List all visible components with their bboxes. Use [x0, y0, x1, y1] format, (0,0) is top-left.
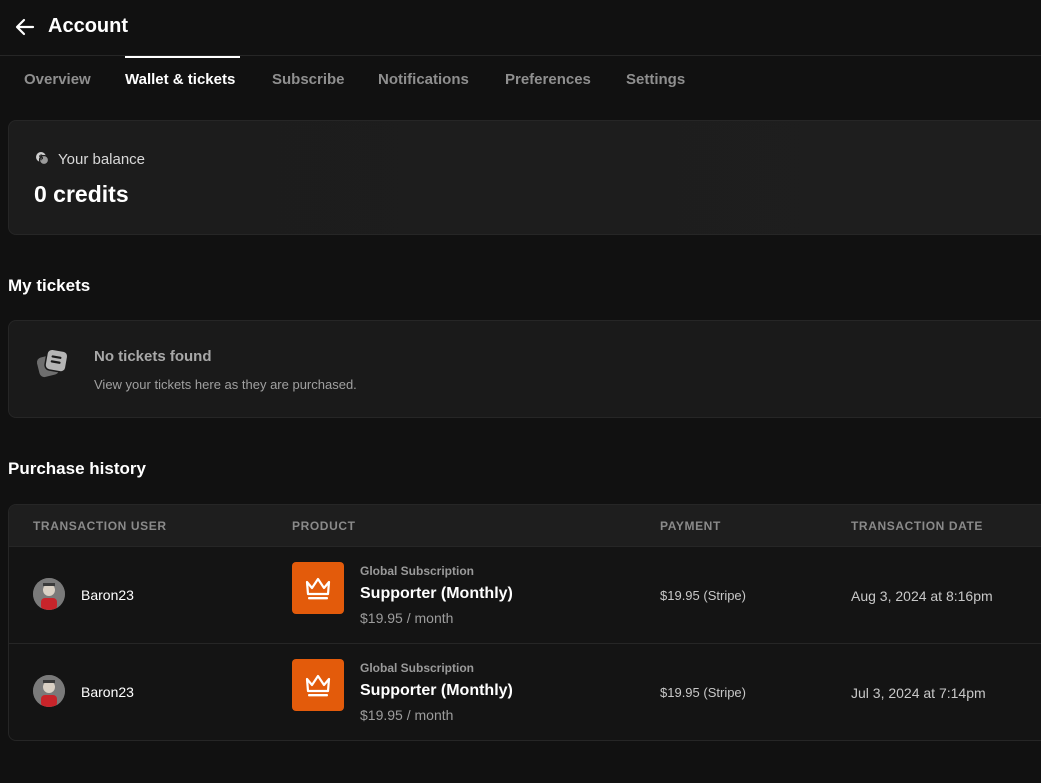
- product-name: Supporter (Monthly): [360, 585, 513, 602]
- tab-overview[interactable]: Overview: [24, 56, 91, 104]
- svg-text:$: $: [39, 154, 44, 162]
- product-name: Supporter (Monthly): [360, 682, 513, 699]
- column-header-user: TRANSACTION USER: [33, 519, 167, 533]
- product-category: Global Subscription: [360, 564, 475, 578]
- column-header-product: PRODUCT: [292, 519, 356, 533]
- product-category: Global Subscription: [360, 661, 475, 675]
- column-header-payment: PAYMENT: [660, 519, 721, 533]
- tab-subscribe[interactable]: Subscribe: [272, 56, 345, 104]
- tickets-empty-card: No tickets found View your tickets here …: [8, 320, 1041, 418]
- back-button[interactable]: [14, 16, 36, 38]
- crown-icon: [305, 577, 331, 600]
- page-title: Account: [48, 15, 128, 37]
- tab-settings[interactable]: Settings: [626, 56, 685, 104]
- transaction-user: Baron23: [81, 587, 134, 603]
- purchase-history-title: Purchase history: [8, 459, 146, 478]
- avatar: [33, 675, 65, 707]
- arrow-left-icon: [15, 18, 35, 36]
- product-price: $19.95 / month: [360, 707, 454, 723]
- product-thumbnail: [292, 562, 344, 614]
- column-header-date: TRANSACTION DATE: [851, 519, 984, 533]
- tab-preferences[interactable]: Preferences: [505, 56, 591, 104]
- crown-icon: [305, 674, 331, 697]
- table-row: Baron23 Global Subscription Supporter (M…: [9, 643, 1041, 740]
- product-thumbnail: [292, 659, 344, 711]
- product-price: $19.95 / month: [360, 610, 454, 626]
- table-row: Baron23 Global Subscription Supporter (M…: [9, 546, 1041, 643]
- balance-card: $ Your balance 0 credits: [8, 120, 1041, 235]
- tab-notifications[interactable]: Notifications: [378, 56, 469, 104]
- transaction-user: Baron23: [81, 684, 134, 700]
- avatar: [33, 578, 65, 610]
- tickets-empty-title: No tickets found: [94, 348, 212, 365]
- account-tabs: Overview Wallet & tickets Subscribe Noti…: [0, 56, 1041, 104]
- tickets-section-title: My tickets: [8, 276, 91, 295]
- transaction-date: Aug 3, 2024 at 8:16pm: [851, 588, 993, 604]
- payment-value: $19.95 (Stripe): [660, 685, 746, 700]
- page-header: Account: [0, 0, 1041, 56]
- tab-wallet-tickets[interactable]: Wallet & tickets: [125, 56, 235, 104]
- payment-value: $19.95 (Stripe): [660, 588, 746, 603]
- table-header: TRANSACTION USER PRODUCT PAYMENT TRANSAC…: [9, 505, 1041, 547]
- ticket-icon: [36, 348, 69, 378]
- balance-value: 0 credits: [34, 181, 129, 207]
- purchase-history-table: TRANSACTION USER PRODUCT PAYMENT TRANSAC…: [8, 504, 1041, 741]
- user-avatar-image: [33, 578, 65, 610]
- coin-icon: $: [36, 152, 49, 165]
- user-avatar-image: [33, 675, 65, 707]
- transaction-date: Jul 3, 2024 at 7:14pm: [851, 685, 986, 701]
- account-page: Account Overview Wallet & tickets Subscr…: [0, 0, 1041, 783]
- tickets-empty-description: View your tickets here as they are purch…: [94, 377, 357, 392]
- balance-label: Your balance: [58, 151, 146, 168]
